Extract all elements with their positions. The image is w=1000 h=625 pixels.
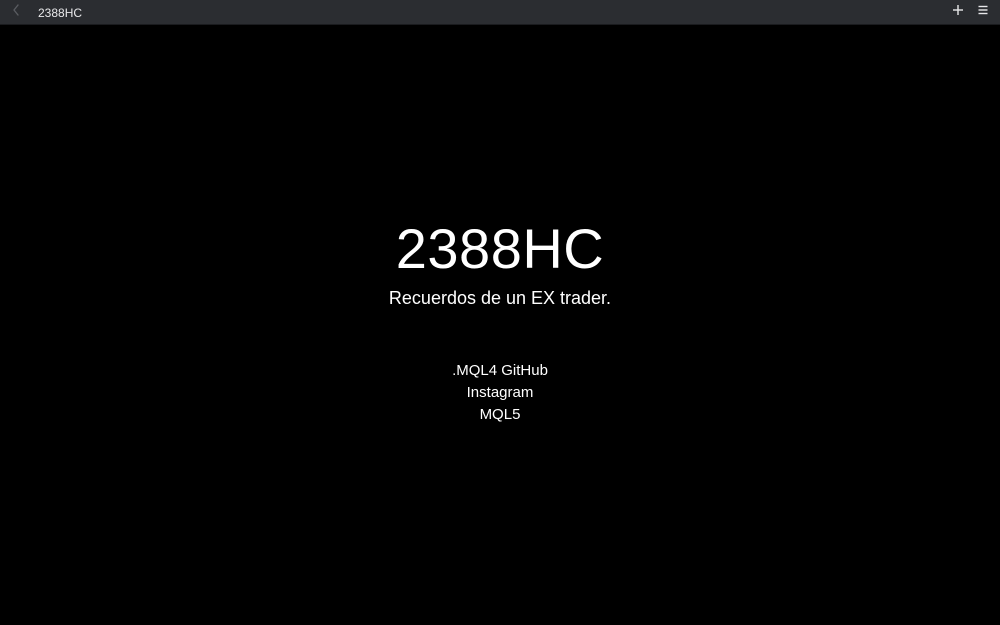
page-tagline: Recuerdos de un EX trader. bbox=[388, 288, 612, 308]
tab-title: 2388HC bbox=[38, 6, 83, 20]
hamburger-menu-icon bbox=[977, 3, 989, 21]
link-mql5[interactable]: MQL5 bbox=[0, 404, 1000, 426]
plus-icon bbox=[952, 3, 964, 21]
new-tab-button[interactable] bbox=[950, 4, 966, 20]
browser-window: 2388HC 2388HC Recuerdos de un EX trader. bbox=[0, 0, 1000, 625]
title-bar: 2388HC bbox=[0, 0, 1000, 25]
chevron-left-icon bbox=[11, 3, 21, 22]
page-title: 2388HC bbox=[395, 217, 605, 280]
page-content: 2388HC Recuerdos de un EX trader. .MQL4 … bbox=[0, 25, 1000, 625]
back-button[interactable] bbox=[8, 3, 24, 22]
link-mql4-github[interactable]: .MQL4 GitHub bbox=[0, 360, 1000, 382]
link-instagram[interactable]: Instagram bbox=[0, 382, 1000, 404]
menu-button[interactable] bbox=[975, 4, 991, 20]
link-list: .MQL4 GitHub Instagram MQL5 bbox=[0, 360, 1000, 426]
